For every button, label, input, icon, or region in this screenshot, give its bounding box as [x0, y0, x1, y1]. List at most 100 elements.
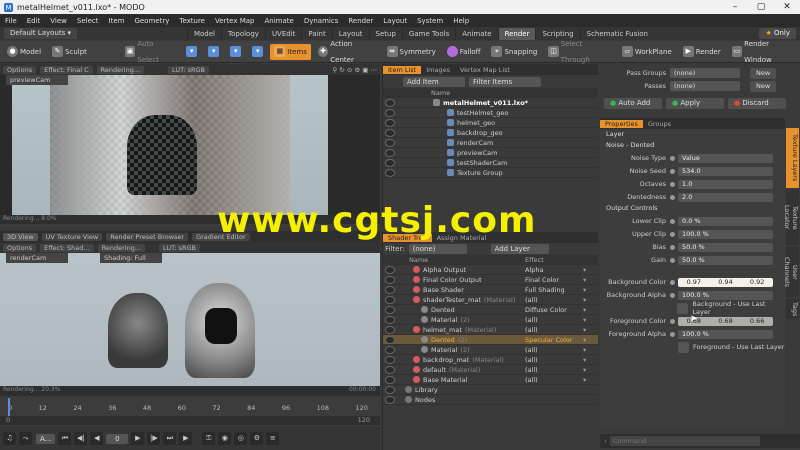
menu-texture[interactable]: Texture: [174, 17, 210, 25]
timeline-range[interactable]: 0 120: [0, 416, 380, 425]
shader-tree-row[interactable]: Dented Diffuse Color ▾: [383, 305, 598, 315]
menu-animate[interactable]: Animate: [259, 17, 298, 25]
layer-effect[interactable]: (all): [525, 366, 583, 374]
add-item-button[interactable]: Add Item: [403, 76, 465, 87]
effect-dropdown-icon[interactable]: ▾: [583, 366, 586, 374]
snapping-button[interactable]: ⌖ Snapping: [487, 44, 541, 60]
preview-lut-menu[interactable]: LUT: sRGB: [168, 65, 210, 74]
shader-tree-row[interactable]: backdrop_mat (Material) (all) ▾: [383, 355, 598, 365]
visibility-eye-icon[interactable]: [385, 128, 395, 137]
layer-effect[interactable]: Specular Color: [525, 336, 583, 344]
render-effect-menu[interactable]: Effect: Shad...: [40, 243, 94, 252]
menu-dynamics[interactable]: Dynamics: [299, 17, 344, 25]
layer-section[interactable]: Layer: [600, 129, 785, 140]
layer-effect[interactable]: Full Shading: [525, 286, 583, 294]
layer-effect[interactable]: (all): [525, 376, 583, 384]
item-list-row[interactable]: previewCam: [383, 148, 598, 158]
visibility-eye-icon[interactable]: [385, 138, 395, 147]
preview-render-area[interactable]: [12, 75, 328, 215]
animation-menu[interactable]: A...: [36, 433, 56, 444]
shader-tree-row[interactable]: Nodes: [383, 395, 598, 405]
fg-alpha-field[interactable]: 100.0 %: [678, 329, 773, 339]
fg-last-checkbox[interactable]: [678, 341, 689, 353]
layer-effect[interactable]: (all): [525, 296, 583, 304]
menu-view[interactable]: View: [45, 17, 72, 25]
layer-effect[interactable]: Diffuse Color: [525, 306, 583, 314]
maximize-button[interactable]: ▢: [748, 2, 774, 12]
shader-tree-row[interactable]: Final Color Output Final Color ▾: [383, 275, 598, 285]
shader-tree-row[interactable]: Alpha Output Alpha ▾: [383, 265, 598, 275]
shader-tree-row[interactable]: helmet_mat (Material) (all) ▾: [383, 325, 598, 335]
filter-combo[interactable]: (none): [408, 244, 467, 254]
item-list-row[interactable]: testShaderCam: [383, 158, 598, 168]
effect-dropdown-icon[interactable]: ▾: [583, 286, 586, 294]
select-polygons-button[interactable]: ▾: [226, 44, 245, 60]
select-edges-button[interactable]: ▾: [204, 44, 223, 60]
bias-field[interactable]: 50.0 %: [678, 242, 773, 252]
items-mode-button[interactable]: ▦ Items: [270, 43, 311, 60]
visibility-eye-icon[interactable]: [385, 158, 395, 167]
menu-system[interactable]: System: [412, 17, 448, 25]
action-center-button[interactable]: ✚ Action Center: [314, 40, 380, 64]
noise-type-field[interactable]: Value: [678, 153, 773, 163]
menu-item[interactable]: Item: [104, 17, 130, 25]
passes-combo[interactable]: (none): [670, 81, 740, 91]
tab-render-preset-browser[interactable]: Render Preset Browser: [106, 232, 189, 241]
shader-tree-row[interactable]: Base Material (all) ▾: [383, 375, 598, 385]
auto-add-button[interactable]: ● Auto Add: [604, 98, 662, 109]
bg-color-field[interactable]: 0.97 0.94 0.92: [678, 277, 773, 287]
channels-icon[interactable]: ≡: [266, 432, 280, 445]
item-list-row[interactable]: testHelmet_geo: [383, 108, 598, 118]
select-through-button[interactable]: ◫ Select Through: [544, 40, 615, 64]
go-start-icon[interactable]: ⏮: [58, 432, 72, 445]
add-layer-button[interactable]: Add Layer: [490, 244, 549, 254]
visibility-eye-icon[interactable]: [385, 275, 395, 284]
noise-section[interactable]: Noise - Dented: [600, 140, 785, 151]
bg-alpha-field[interactable]: 100.0 %: [678, 290, 773, 300]
menu-layout[interactable]: Layout: [378, 17, 412, 25]
tab-groups[interactable]: Groups: [643, 120, 676, 128]
render-lut-menu[interactable]: LUT: sRGB: [159, 243, 200, 252]
visibility-eye-icon[interactable]: [385, 148, 395, 157]
render-button[interactable]: ▶ Render: [679, 44, 725, 60]
visibility-eye-icon[interactable]: [385, 345, 395, 354]
shader-tree-row[interactable]: Material (2) (all) ▾: [383, 315, 598, 325]
menu-geometry[interactable]: Geometry: [129, 17, 174, 25]
upper-clip-field[interactable]: 100.0 %: [678, 229, 773, 239]
shader-tree-row[interactable]: Dented (2) Specular Color ▾: [383, 335, 598, 345]
go-end-icon[interactable]: ⏭: [163, 432, 177, 445]
tab-3d-view[interactable]: 3D View: [3, 232, 38, 241]
tab-topology[interactable]: Topology: [221, 27, 265, 40]
menu-select[interactable]: Select: [72, 17, 104, 25]
item-list-row[interactable]: renderCam: [383, 138, 598, 148]
tab-tags[interactable]: Tags: [786, 299, 799, 319]
render-window-button[interactable]: ▭ Render Window: [728, 40, 800, 64]
tab-user-channels[interactable]: User Channels: [783, 247, 799, 297]
tab-paint[interactable]: Paint: [301, 27, 331, 40]
visibility-eye-icon[interactable]: [385, 168, 395, 177]
effect-dropdown-icon[interactable]: ▾: [583, 266, 586, 274]
effect-dropdown-icon[interactable]: ▾: [583, 306, 586, 314]
shader-tree-row[interactable]: default (Material) (all) ▾: [383, 365, 598, 375]
falloff-button[interactable]: Falloff: [443, 44, 485, 60]
timeline[interactable]: 0 12 24 36 48 60 72 84 96 108 120 0 120: [0, 398, 380, 426]
select-vertices-button[interactable]: ▾: [182, 44, 201, 60]
visibility-eye-icon[interactable]: [385, 305, 395, 314]
tab-images[interactable]: Images: [421, 66, 455, 74]
shader-tree-row[interactable]: Base Shader Full Shading ▾: [383, 285, 598, 295]
discard-button[interactable]: ● Discard: [728, 98, 786, 109]
tab-uv-texture-view[interactable]: UV Texture View: [41, 232, 103, 241]
close-button[interactable]: ✕: [774, 2, 800, 12]
menu-file[interactable]: File: [0, 17, 22, 25]
dentedness-field[interactable]: 2.0: [678, 192, 773, 202]
symmetry-button[interactable]: ⇹ Symmetry: [383, 44, 440, 60]
sculpt-button[interactable]: ✎ Sculpt: [48, 44, 91, 60]
visibility-eye-icon[interactable]: [385, 315, 395, 324]
tab-animate[interactable]: Animate: [455, 27, 497, 40]
tab-model[interactable]: Model: [186, 27, 221, 40]
item-list-row[interactable]: backdrop_geo: [383, 128, 598, 138]
apply-button[interactable]: ● Apply: [666, 98, 724, 109]
tab-render[interactable]: Render: [497, 27, 536, 40]
visibility-eye-icon[interactable]: [385, 375, 395, 384]
visibility-eye-icon[interactable]: [385, 335, 395, 344]
